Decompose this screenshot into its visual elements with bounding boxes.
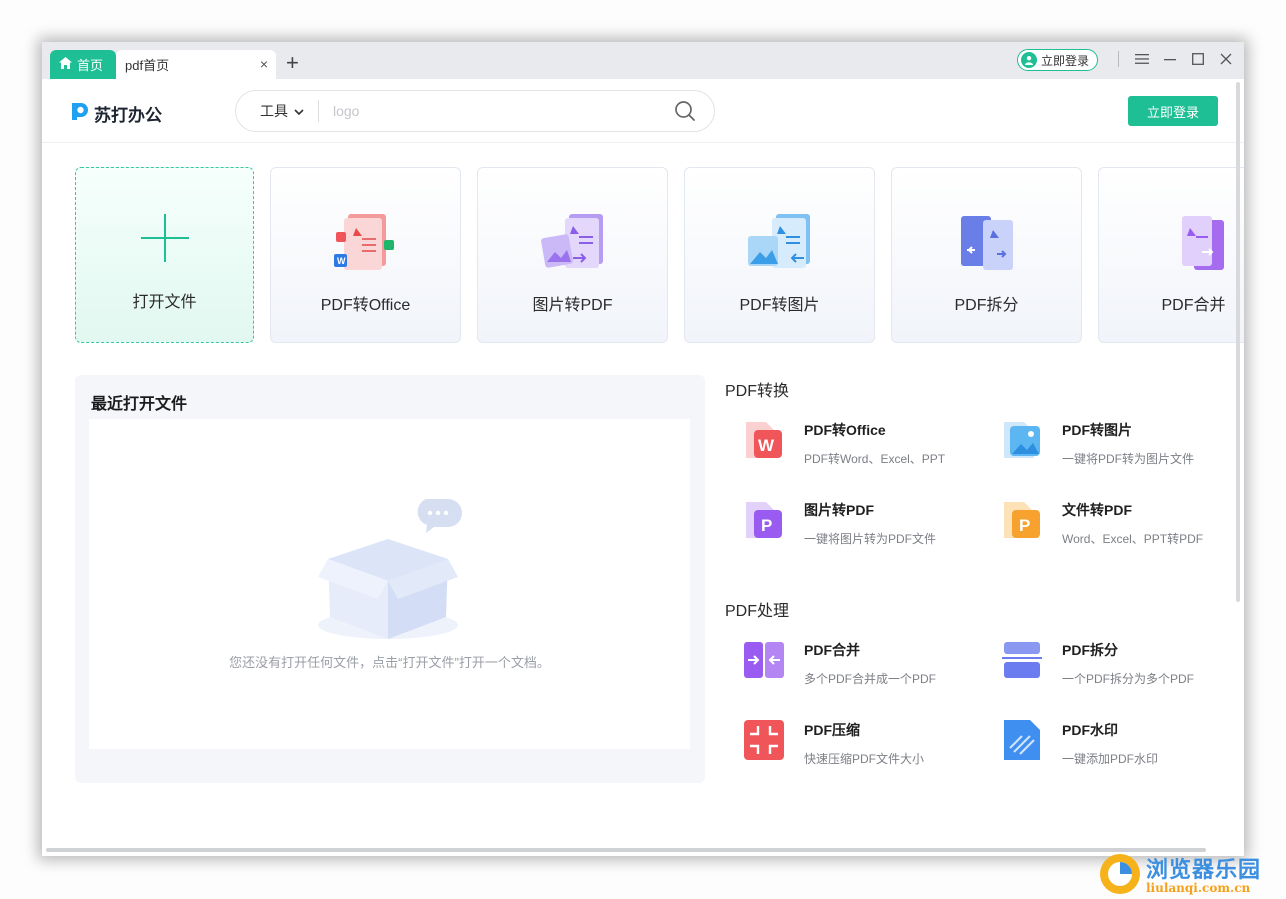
- tools-label: 工具: [260, 103, 288, 119]
- feature-desc: 一个PDF拆分为多个PDF: [1062, 672, 1195, 686]
- empty-state-text: 您还没有打开任何文件，点击“打开文件”打开一个文档。: [229, 655, 550, 670]
- merge-icon: [742, 638, 786, 682]
- tools-dropdown[interactable]: 工具: [260, 101, 304, 121]
- feature-pdf-to-image[interactable]: PDF转图片 一键将PDF转为图片文件: [1000, 418, 1240, 470]
- pdf-merge-icon: [1154, 206, 1234, 286]
- image-to-pdf-card[interactable]: 图片转PDF: [477, 167, 668, 343]
- open-file-card[interactable]: 打开文件: [75, 167, 254, 343]
- plus-icon: [137, 210, 193, 266]
- feature-file-to-pdf[interactable]: P 文件转PDF Word、Excel、PPT转PDF: [1000, 498, 1240, 550]
- app-header: 苏打办公 工具 立即登录: [42, 79, 1244, 143]
- screenshot-stage: 首页 pdf首页 × + 立即登录 苏打办公 工具 logo 立即登录 打开文件…: [0, 0, 1286, 899]
- feature-desc: 快速压缩PDF文件大小: [804, 752, 925, 766]
- card-label: PDF合并: [1161, 297, 1226, 314]
- watermark-title: 浏览器乐园: [1146, 856, 1262, 883]
- svg-text:P: P: [761, 516, 772, 535]
- feature-pdf-merge[interactable]: PDF合并 多个PDF合并成一个PDF: [742, 638, 982, 690]
- window-controls: [1118, 51, 1233, 67]
- svg-text:P: P: [1019, 516, 1030, 535]
- feature-pdf-compress[interactable]: PDF压缩 快速压缩PDF文件大小: [742, 718, 982, 770]
- feature-desc: Word、Excel、PPT转PDF: [1062, 532, 1204, 546]
- feature-desc: 一键将PDF转为图片文件: [1062, 452, 1195, 466]
- horizontal-scrollbar[interactable]: [46, 848, 1206, 852]
- card-label: 图片转PDF: [532, 297, 613, 314]
- image-to-pdf-icon: [533, 206, 613, 286]
- tab-home-label: 首页: [77, 58, 104, 73]
- compress-icon: [742, 718, 786, 762]
- pdf-merge-card[interactable]: PDF合并: [1098, 167, 1244, 343]
- watermark-logo-icon: [1098, 852, 1142, 899]
- divider: [1118, 51, 1119, 67]
- pdf-to-office-icon: W: [326, 206, 406, 286]
- menu-icon[interactable]: [1135, 52, 1149, 66]
- vertical-scrollbar[interactable]: [1236, 82, 1240, 602]
- pdf-convert-section-title: PDF转换: [725, 383, 790, 400]
- feature-title: PDF转图片: [1062, 422, 1132, 438]
- feature-title: 文件转PDF: [1062, 502, 1132, 518]
- card-label: PDF拆分: [954, 297, 1019, 314]
- feature-desc: 一键添加PDF水印: [1062, 752, 1159, 766]
- card-label: 打开文件: [132, 294, 197, 311]
- feature-pdf-split[interactable]: PDF拆分 一个PDF拆分为多个PDF: [1000, 638, 1240, 690]
- site-watermark: 浏览器乐园 liulanqi.com.cn: [1098, 852, 1261, 899]
- pdf-to-image-card[interactable]: PDF转图片: [684, 167, 875, 343]
- purple-p-icon: P: [742, 498, 786, 542]
- close-window-icon[interactable]: [1219, 52, 1233, 66]
- search-divider: [318, 100, 319, 122]
- home-icon: [59, 57, 72, 72]
- chevron-down-icon: [294, 103, 304, 119]
- titlebar-login-button[interactable]: 立即登录: [1017, 49, 1099, 71]
- feature-title: PDF转Office: [804, 422, 886, 438]
- feature-desc: 一键将图片转为PDF文件: [804, 532, 937, 546]
- pdf-split-icon: [947, 206, 1027, 286]
- app-logo[interactable]: 苏打办公: [69, 100, 162, 127]
- pdf-to-image-icon: [740, 206, 820, 286]
- empty-box-icon: [316, 499, 466, 654]
- maximize-icon[interactable]: [1191, 52, 1205, 66]
- tab-pdf-home[interactable]: pdf首页 ×: [116, 50, 276, 79]
- login-button[interactable]: 立即登录: [1128, 96, 1218, 126]
- card-label: PDF转Office: [320, 297, 411, 314]
- picture-icon: [1000, 418, 1044, 462]
- pdf-to-office-card[interactable]: W PDF转Office: [270, 167, 461, 343]
- tab-home[interactable]: 首页: [50, 50, 116, 79]
- new-tab-button[interactable]: +: [286, 51, 299, 75]
- feature-title: PDF水印: [1062, 722, 1118, 738]
- watermark-icon: [1000, 718, 1044, 762]
- recent-files-panel: 最近打开文件 您还没有打开任何文件，点击“打开文件”打开一个文档。: [75, 375, 705, 783]
- watermark-url: liulanqi.com.cn: [1146, 880, 1251, 895]
- card-label: PDF转图片: [739, 297, 820, 314]
- feature-image-to-pdf[interactable]: P 图片转PDF 一键将图片转为PDF文件: [742, 498, 982, 550]
- feature-desc: PDF转Word、Excel、PPT: [804, 452, 946, 466]
- feature-title: PDF拆分: [1062, 642, 1118, 658]
- feature-pdf-watermark[interactable]: PDF水印 一键添加PDF水印: [1000, 718, 1240, 770]
- pdf-split-card[interactable]: PDF拆分: [891, 167, 1082, 343]
- search-bar: 工具: [235, 90, 715, 132]
- logo-icon: [69, 100, 91, 127]
- title-bar: 首页 pdf首页 × + 立即登录: [42, 42, 1244, 79]
- search-input[interactable]: [333, 103, 653, 119]
- logo-text: 苏打办公: [94, 106, 162, 125]
- feature-title: 图片转PDF: [804, 502, 874, 518]
- feature-title: PDF合并: [804, 642, 860, 658]
- user-icon: [1021, 52, 1037, 68]
- feature-title: PDF压缩: [804, 722, 860, 738]
- tool-cards: 打开文件 W PDF转Office 图片转PDF PDF转图片 PDF拆分 PD…: [75, 167, 1244, 343]
- tab-pdf-home-label: pdf首页: [125, 58, 170, 73]
- recent-files-list: 您还没有打开任何文件，点击“打开文件”打开一个文档。: [89, 419, 690, 749]
- minimize-icon[interactable]: [1163, 52, 1177, 66]
- titlebar-login-label: 立即登录: [1041, 53, 1090, 68]
- recent-files-title: 最近打开文件: [91, 396, 188, 413]
- orange-p-icon: P: [1000, 498, 1044, 542]
- feature-pdf-to-office[interactable]: W PDF转Office PDF转Word、Excel、PPT: [742, 418, 982, 470]
- svg-text:W: W: [758, 436, 775, 455]
- search-icon[interactable]: [674, 100, 696, 127]
- app-window: 首页 pdf首页 × + 立即登录 苏打办公 工具 logo 立即登录 打开文件…: [42, 42, 1244, 856]
- svg-text:W: W: [337, 256, 346, 266]
- pdf-process-section-title: PDF处理: [725, 603, 790, 620]
- feature-desc: 多个PDF合并成一个PDF: [804, 672, 937, 686]
- split-icon: [1000, 638, 1044, 682]
- word-icon: W: [742, 418, 786, 462]
- close-tab-icon[interactable]: ×: [260, 56, 268, 72]
